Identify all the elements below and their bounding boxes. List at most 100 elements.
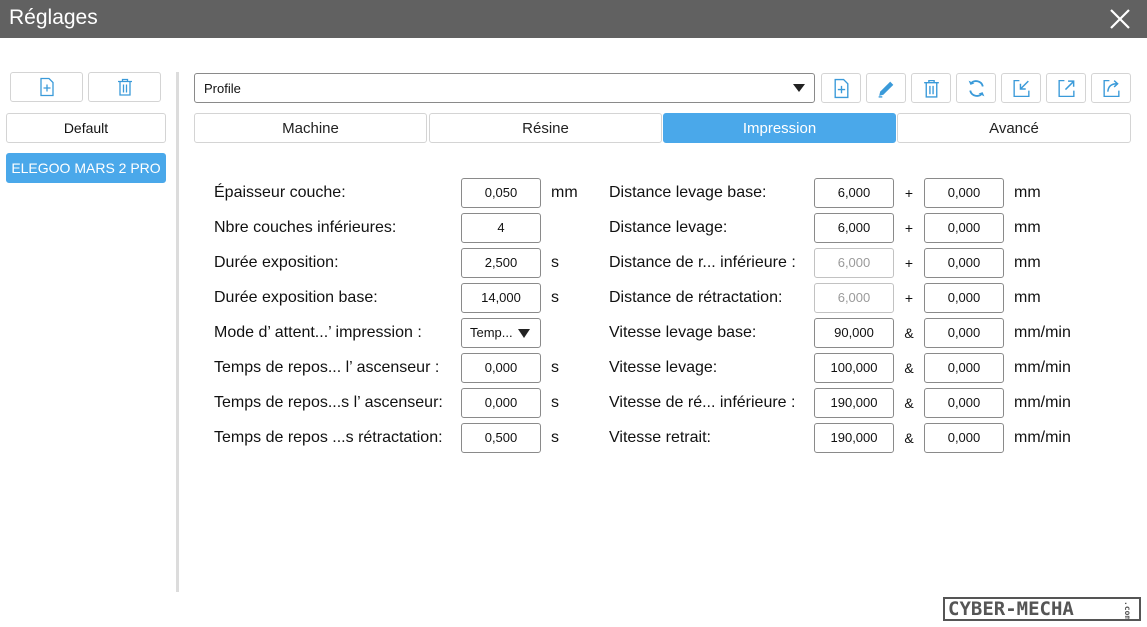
lift-speed-input[interactable]: 100,000 <box>814 353 894 383</box>
refresh-icon <box>968 79 984 97</box>
close-button[interactable] <box>1107 6 1133 32</box>
rest-before-lift-label: Temps de repos... l’ ascenseur : <box>214 359 440 376</box>
profile-item-default[interactable]: Default <box>6 113 166 143</box>
bottom-layers-input[interactable]: 4 <box>461 213 541 243</box>
share-settings-button[interactable] <box>1091 73 1131 103</box>
profile-item-elegoo-mars-2-pro[interactable]: ELEGOO MARS 2 PRO <box>6 153 166 183</box>
rest-before-lift-unit: s <box>551 359 559 376</box>
base-lift-speed-extra-input[interactable]: 0,000 <box>924 318 1004 348</box>
ampersand-sign: & <box>904 395 914 411</box>
retract-distance-unit: mm <box>1014 289 1041 306</box>
tab-label: Avancé <box>989 119 1039 137</box>
wait-mode-select[interactable]: Temp... <box>461 318 541 348</box>
profile-item-label: Default <box>63 120 109 136</box>
new-settings-button[interactable] <box>821 73 861 103</box>
bottom-retract-distance-unit: mm <box>1014 254 1041 271</box>
tab-label: Machine <box>282 119 339 137</box>
watermark-text: CYBER-MECHA <box>948 598 1074 620</box>
export-icon <box>1057 79 1075 97</box>
edit-settings-button[interactable] <box>866 73 906 103</box>
base-lift-speed-input[interactable]: 90,000 <box>814 318 894 348</box>
plus-sign: + <box>904 255 914 271</box>
retract-speed-input[interactable]: 190,000 <box>814 423 894 453</box>
add-file-icon <box>834 78 848 98</box>
rest-after-lift-label: Temps de repos...s l’ ascenseur: <box>214 394 443 411</box>
retract-distance-label: Distance de rétractation: <box>609 289 783 306</box>
trash-icon <box>923 79 939 98</box>
watermark-suffix: .com <box>1123 601 1132 621</box>
share-icon <box>1102 79 1120 97</box>
tab-avance[interactable]: Avancé <box>897 113 1131 143</box>
tab-resine[interactable]: Résine <box>429 113 662 143</box>
retract-speed-unit: mm/min <box>1014 429 1071 446</box>
edit-icon <box>878 81 893 98</box>
base-exposure-label: Durée exposition base: <box>214 289 378 306</box>
retract-distance-extra-input[interactable]: 0,000 <box>924 283 1004 313</box>
tab-label: Impression <box>742 119 817 137</box>
chevron-down-icon <box>793 84 805 92</box>
rest-after-lift-input[interactable]: 0,000 <box>461 388 541 418</box>
base-lift-distance-label: Distance levage base: <box>609 184 767 201</box>
base-exposure-input[interactable]: 14,000 <box>461 283 541 313</box>
watermark-logo: CYBER-MECHA .com <box>943 597 1141 621</box>
wait-mode-value: Temp... <box>470 325 513 340</box>
delete-settings-button[interactable] <box>911 73 951 103</box>
lift-speed-label: Vitesse levage: <box>609 359 718 376</box>
base-lift-distance-unit: mm <box>1014 184 1041 201</box>
profile-sidebar: Default ELEGOO MARS 2 PRO <box>0 38 176 598</box>
base-lift-distance-input[interactable]: 6,000 <box>814 178 894 208</box>
tab-impression[interactable]: Impression <box>663 113 896 143</box>
wait-mode-label: Mode d’ attent...’ impression : <box>214 324 422 341</box>
rest-after-lift-unit: s <box>551 394 559 411</box>
import-settings-button[interactable] <box>1001 73 1041 103</box>
lift-distance-unit: mm <box>1014 219 1041 236</box>
delete-profile-button[interactable] <box>88 72 161 102</box>
close-icon <box>1110 9 1130 29</box>
lift-speed-unit: mm/min <box>1014 359 1071 376</box>
export-settings-button[interactable] <box>1046 73 1086 103</box>
base-lift-distance-extra-input[interactable]: 0,000 <box>924 178 1004 208</box>
chevron-down-icon <box>518 329 530 338</box>
plus-sign: + <box>904 290 914 306</box>
bottom-retract-speed-label: Vitesse de ré... inférieure : <box>609 394 796 411</box>
lift-distance-extra-input[interactable]: 0,000 <box>924 213 1004 243</box>
import-icon <box>1012 79 1030 97</box>
retract-speed-extra-input[interactable]: 0,000 <box>924 423 1004 453</box>
lift-distance-input[interactable]: 6,000 <box>814 213 894 243</box>
window-title: Réglages <box>9 6 98 29</box>
ampersand-sign: & <box>904 430 914 446</box>
lift-speed-extra-input[interactable]: 0,000 <box>924 353 1004 383</box>
exposure-time-label: Durée exposition: <box>214 254 339 271</box>
rest-after-retract-unit: s <box>551 429 559 446</box>
add-file-icon <box>39 77 54 97</box>
tab-machine[interactable]: Machine <box>194 113 427 143</box>
retract-speed-label: Vitesse retrait: <box>609 429 711 446</box>
profile-select-value: Profile <box>204 80 241 96</box>
rest-after-retract-label: Temps de repos ...s rétractation: <box>214 429 443 446</box>
reset-settings-button[interactable] <box>956 73 996 103</box>
layer-thickness-unit: mm <box>551 184 578 201</box>
layer-thickness-label: Épaisseur couche: <box>214 184 346 201</box>
rest-after-retract-input[interactable]: 0,500 <box>461 423 541 453</box>
exposure-time-input[interactable]: 2,500 <box>461 248 541 278</box>
bottom-layers-label: Nbre couches inférieures: <box>214 219 397 236</box>
rest-before-lift-input[interactable]: 0,000 <box>461 353 541 383</box>
profile-item-label: ELEGOO MARS 2 PRO <box>11 160 161 176</box>
exposure-time-unit: s <box>551 254 559 271</box>
sidebar-divider[interactable] <box>176 72 179 592</box>
bottom-retract-speed-input[interactable]: 190,000 <box>814 388 894 418</box>
plus-sign: + <box>904 185 914 201</box>
layer-thickness-input[interactable]: 0,050 <box>461 178 541 208</box>
bottom-retract-distance-label: Distance de r... inférieure : <box>609 254 796 271</box>
bottom-retract-distance-input: 6,000 <box>814 248 894 278</box>
profile-select[interactable]: Profile <box>194 73 815 103</box>
bottom-retract-speed-extra-input[interactable]: 0,000 <box>924 388 1004 418</box>
add-profile-button[interactable] <box>10 72 83 102</box>
plus-sign: + <box>904 220 914 236</box>
base-lift-speed-unit: mm/min <box>1014 324 1071 341</box>
retract-distance-input: 6,000 <box>814 283 894 313</box>
base-exposure-unit: s <box>551 289 559 306</box>
ampersand-sign: & <box>904 360 914 376</box>
bottom-retract-distance-extra-input[interactable]: 0,000 <box>924 248 1004 278</box>
ampersand-sign: & <box>904 325 914 341</box>
